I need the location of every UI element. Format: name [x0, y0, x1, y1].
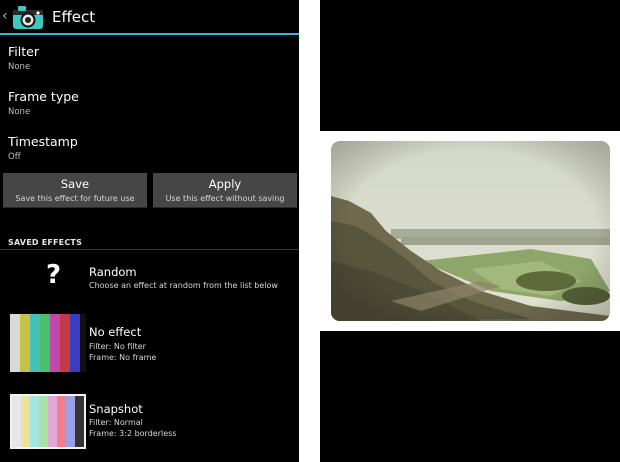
color-bars-pastel-thumbnail — [10, 394, 86, 449]
action-bar-divider — [0, 33, 299, 35]
settings-panel: ‹ Effect Filter None Frame type None Tim… — [0, 0, 299, 462]
apply-button[interactable]: Apply Use this effect without saving — [153, 173, 297, 208]
saved-effects-header: SAVED EFFECTS — [8, 238, 83, 247]
saved-effect-snapshot[interactable]: Snapshot Filter: Normal Frame: 3:2 borde… — [0, 392, 299, 462]
pref-timestamp[interactable]: Timestamp Off — [0, 134, 299, 178]
pref-timestamp-title: Timestamp — [8, 134, 78, 149]
effect-name: Snapshot — [89, 402, 143, 416]
panel-divider — [299, 0, 320, 462]
effect-filter: Filter: Normal — [89, 418, 143, 427]
action-bar: ‹ Effect — [0, 0, 299, 35]
apply-button-sublabel: Use this effect without saving — [165, 194, 285, 203]
page-title: Effect — [52, 8, 96, 26]
pref-frame-type[interactable]: Frame type None — [0, 89, 299, 133]
pref-frame-type-summary: None — [8, 107, 31, 117]
effect-frame: Frame: No frame — [89, 353, 157, 362]
back-chevron-icon[interactable]: ‹ — [2, 8, 8, 24]
pref-frame-type-title: Frame type — [8, 89, 79, 104]
preview-panel — [320, 0, 620, 462]
preview-photo — [331, 141, 610, 321]
camera-icon[interactable] — [12, 4, 44, 31]
saved-effect-no-effect[interactable]: No effect Filter: No filter Frame: No fr… — [0, 314, 299, 384]
pref-filter-summary: None — [8, 62, 31, 72]
saved-effects-divider — [0, 249, 299, 250]
effect-frame: Frame: 3:2 borderless — [89, 429, 177, 438]
effect-name: Random — [89, 265, 137, 279]
color-bars-vivid-thumbnail — [10, 314, 86, 372]
apply-button-label: Apply — [208, 177, 242, 191]
save-button-label: Save — [60, 177, 90, 191]
effect-filter: Filter: No filter — [89, 342, 146, 351]
save-button-sublabel: Save this effect for future use — [15, 194, 135, 203]
pref-timestamp-summary: Off — [8, 152, 21, 162]
save-button[interactable]: Save Save this effect for future use — [3, 173, 147, 208]
effect-description: Choose an effect at random from the list… — [89, 281, 278, 290]
pref-filter-title: Filter — [8, 44, 39, 59]
question-mark-icon: ? — [46, 260, 62, 290]
pref-filter[interactable]: Filter None — [0, 44, 299, 88]
effect-name: No effect — [89, 325, 142, 339]
